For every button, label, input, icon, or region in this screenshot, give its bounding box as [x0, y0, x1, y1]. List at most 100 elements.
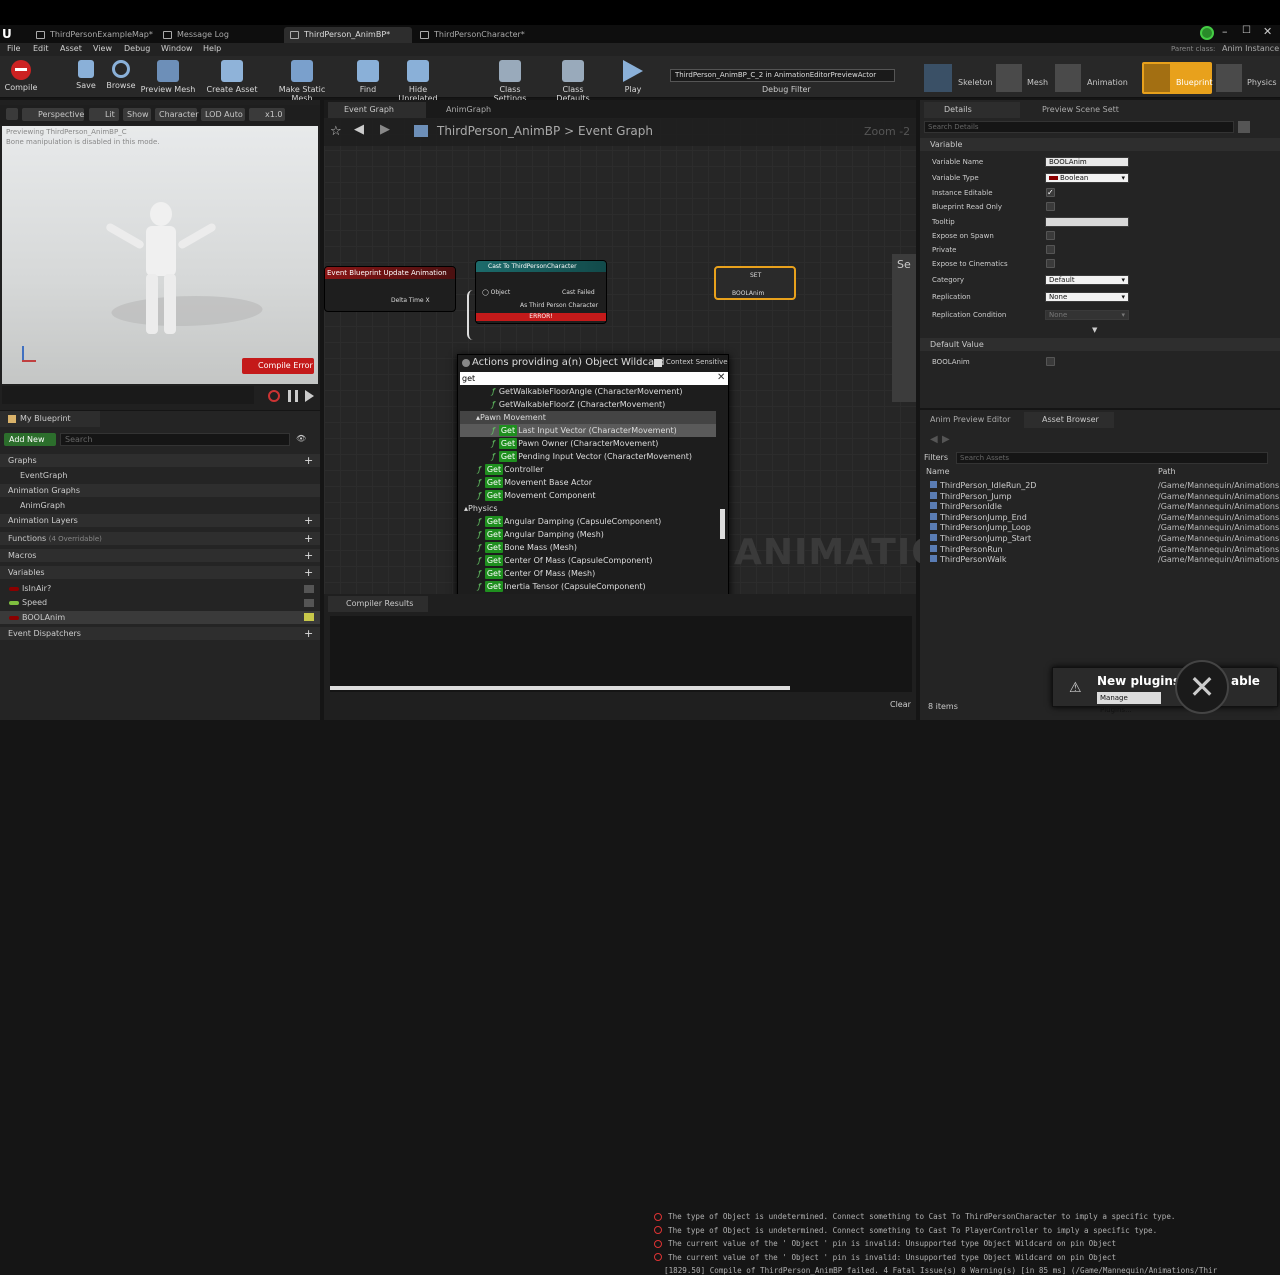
viewport-scene[interactable]: Previewing ThirdPerson_AnimBP_C Bone man…	[2, 126, 318, 384]
preview-scene-tab[interactable]: Preview Scene Sett	[1024, 102, 1134, 118]
anim-preview-editor-tab[interactable]: Anim Preview Editor	[924, 412, 1020, 428]
make-static-mesh-button[interactable]: Make Static Mesh	[268, 60, 336, 103]
source-control-icon[interactable]	[1200, 26, 1214, 40]
visibility-eye-icon[interactable]	[304, 585, 314, 593]
tab-event-graph[interactable]: Event Graph	[328, 102, 426, 118]
action-item[interactable]: ƒ GetWalkableFloorZ (CharacterMovement)	[492, 398, 665, 411]
menu-file[interactable]: File	[7, 44, 20, 53]
section-anim-graphs[interactable]: Animation Graphs	[0, 484, 320, 497]
action-item[interactable]: ƒ Get Center Of Mass (Mesh)	[478, 567, 595, 580]
tab-example-map[interactable]: ThirdPersonExampleMap*	[30, 27, 155, 43]
record-icon[interactable]	[268, 390, 280, 402]
action-item[interactable]: ƒ Get Inertia Tensor (CapsuleComponent)	[478, 580, 646, 593]
lit-button[interactable]: Lit	[89, 108, 119, 121]
section-graphs[interactable]: Graphs	[0, 454, 320, 467]
asset-search-input[interactable]: Search Assets	[956, 452, 1268, 464]
asset-browser-tab[interactable]: Asset Browser	[1024, 412, 1114, 428]
menu-help[interactable]: Help	[203, 44, 221, 53]
action-category[interactable]: ▴Physics	[464, 502, 498, 515]
asset-item[interactable]: ThirdPersonJump_Loop	[930, 523, 1031, 532]
parent-class-value[interactable]: Anim Instance	[1222, 44, 1279, 53]
section-event-dispatchers[interactable]: Event Dispatchers	[0, 627, 320, 640]
hide-unrelated-button[interactable]: Hide Unrelated	[390, 60, 446, 103]
cast-object-pin[interactable]: ◯ Object	[482, 289, 510, 296]
save-button[interactable]: Save	[72, 60, 100, 90]
action-item[interactable]: ƒ Get Center Of Mass (CapsuleComponent)	[478, 554, 653, 567]
play-button[interactable]: Play	[618, 60, 648, 94]
timeline-bar[interactable]	[2, 386, 254, 404]
visibility-eye-icon[interactable]	[304, 599, 314, 607]
log-scrollbar[interactable]	[330, 686, 790, 690]
mode-physics[interactable]: Physics	[1247, 78, 1277, 87]
section-variables[interactable]: Variables	[0, 566, 320, 579]
clear-search-icon[interactable]: ✕	[717, 372, 725, 383]
viewport-options-icon[interactable]	[6, 108, 18, 120]
asset-item[interactable]: ThirdPersonWalk	[930, 555, 1006, 564]
debug-object-select[interactable]: ThirdPerson_AnimBP_C_2 in AnimationEdito…	[670, 69, 895, 82]
add-variable-icon[interactable]: +	[304, 566, 313, 579]
add-dispatcher-icon[interactable]: +	[304, 627, 313, 640]
menu-edit[interactable]: Edit	[33, 44, 49, 53]
close-icon[interactable]: ✕	[1263, 25, 1272, 38]
clear-button[interactable]: Clear	[890, 700, 911, 709]
action-item[interactable]: ƒ Get Movement Base Actor	[478, 476, 592, 489]
add-function-icon[interactable]: +	[304, 532, 313, 545]
asset-item[interactable]: ThirdPersonRun	[930, 544, 1003, 554]
variable-boolanim[interactable]: BOOLAnim	[0, 611, 320, 624]
action-item[interactable]: ƒ Get Last Input Vector (CharacterMovement…	[460, 424, 716, 437]
action-category[interactable]: ▴Pawn Movement	[460, 411, 716, 424]
property-checkbox[interactable]	[1046, 231, 1055, 240]
section-anim-layers[interactable]: Animation Layers	[0, 514, 320, 527]
compiler-message[interactable]: [1829.50] Compile of ThirdPerson_AnimBP …	[654, 1266, 1217, 1275]
tab-message-log[interactable]: Message Log	[157, 27, 282, 43]
asset-item[interactable]: ThirdPersonIdle	[930, 502, 1002, 511]
visibility-eye-icon[interactable]	[304, 613, 314, 621]
details-search-input[interactable]: Search Details	[924, 121, 1234, 133]
add-macro-icon[interactable]: +	[304, 549, 313, 562]
variable-isinair[interactable]: IsInAir?	[0, 582, 320, 595]
set-boolanim-node[interactable]: SET BOOLAnim	[714, 266, 796, 300]
compile-error-badge[interactable]: Compile Error	[242, 358, 314, 374]
event-update-animation-node[interactable]: Event Blueprint Update Animation Delta T…	[324, 266, 456, 312]
action-item[interactable]: ƒ Get Controller	[478, 463, 543, 476]
cast-as-pin[interactable]: As Third Person Character	[520, 302, 598, 309]
forward-icon[interactable]: ▶	[942, 434, 950, 445]
variable-speed[interactable]: Speed	[0, 596, 320, 609]
mode-animation[interactable]: Animation	[1087, 78, 1128, 87]
lod-button[interactable]: LOD Auto	[201, 108, 245, 121]
context-sensitive-checkbox[interactable]	[654, 359, 662, 367]
show-button[interactable]: Show	[123, 108, 151, 121]
manage-plugins-button[interactable]: Manage Plugins...	[1097, 692, 1161, 714]
add-layer-icon[interactable]: +	[304, 514, 313, 527]
menu-asset[interactable]: Asset	[60, 44, 82, 53]
perspective-button[interactable]: Perspective	[22, 108, 84, 121]
view-options-icon[interactable]: 👁	[296, 434, 306, 443]
compiler-message[interactable]: The current value of the ' Object ' pin …	[654, 1239, 1116, 1248]
filters-button[interactable]: Filters	[924, 453, 948, 462]
property-checkbox[interactable]	[1046, 202, 1055, 211]
mode-skeleton[interactable]: Skeleton	[958, 78, 993, 87]
offscreen-node[interactable]: Se	[892, 254, 916, 402]
compiler-message[interactable]: The current value of the ' Object ' pin …	[654, 1253, 1116, 1262]
action-item[interactable]: ƒ Get Bone Mass (Mesh)	[478, 541, 577, 554]
character-button[interactable]: Character	[155, 108, 199, 121]
property-select[interactable]: Default ▾	[1045, 275, 1129, 285]
cast-to-character-node[interactable]: Cast To ThirdPersonCharacter ◯ Object Ca…	[475, 260, 607, 324]
asset-item[interactable]: ThirdPerson_Jump	[930, 491, 1012, 501]
property-checkbox[interactable]	[1046, 259, 1055, 268]
action-item[interactable]: ƒ Get Angular Damping (Mesh)	[478, 528, 604, 541]
forward-arrow-icon[interactable]: ▶	[380, 122, 390, 137]
asset-item[interactable]: ThirdPersonJump_End	[930, 512, 1027, 522]
section-macros[interactable]: Macros	[0, 549, 320, 562]
asset-item[interactable]: ThirdPerson_IdleRun_2D	[930, 481, 1036, 490]
maximize-icon[interactable]: ☐	[1242, 25, 1251, 36]
action-item[interactable]: ƒ Get Pawn Owner (CharacterMovement)	[492, 437, 658, 450]
section-functions[interactable]: Functions (4 Overridable)	[0, 532, 320, 545]
action-item[interactable]: ƒ GetWalkableFloorAngle (CharacterMovemen…	[492, 385, 683, 398]
back-arrow-icon[interactable]: ◀	[354, 122, 364, 137]
create-asset-button[interactable]: Create Asset	[204, 60, 260, 94]
add-graph-icon[interactable]: +	[304, 454, 313, 467]
property-select[interactable]: None ▾	[1045, 292, 1129, 302]
add-new-button[interactable]: Add New	[4, 433, 56, 446]
compile-button[interactable]: Compile	[4, 60, 38, 92]
